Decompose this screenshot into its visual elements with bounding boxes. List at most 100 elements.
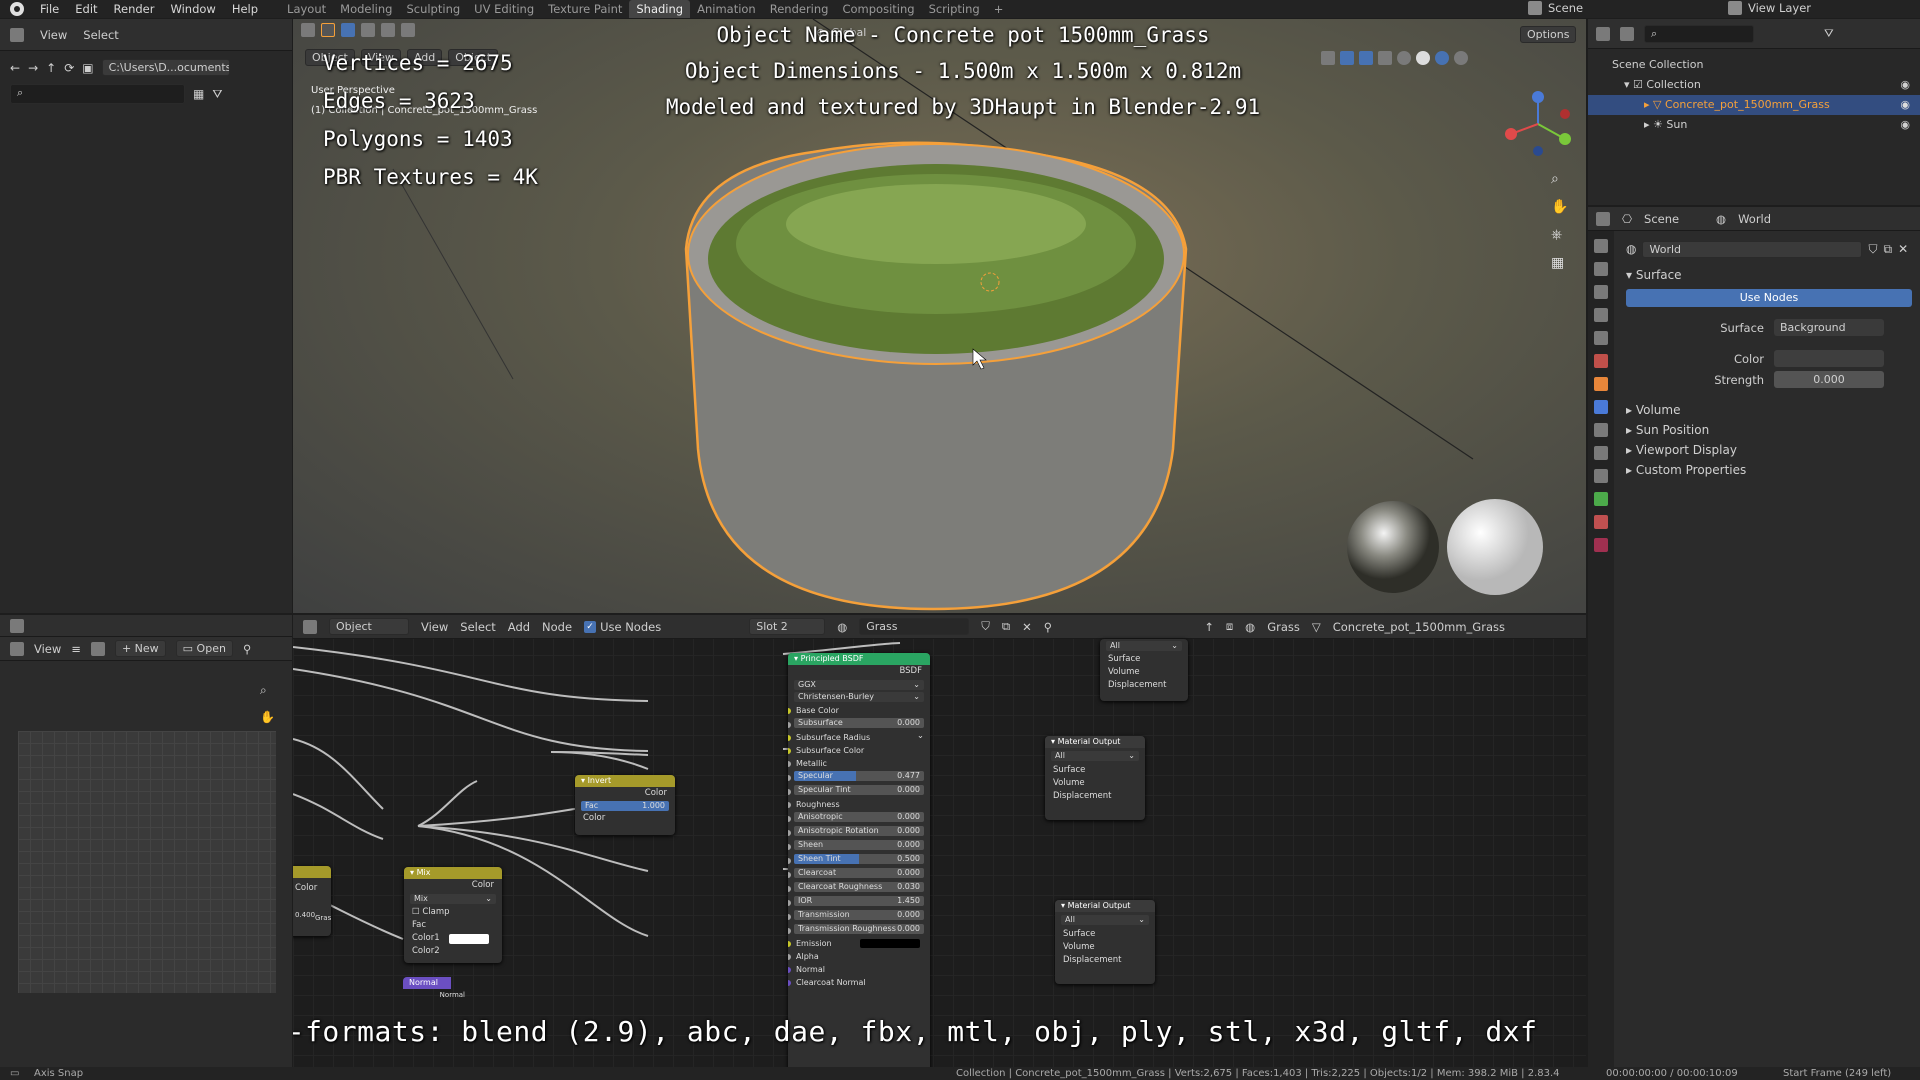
color1-swatch[interactable] xyxy=(449,934,489,944)
bsdf-input-row[interactable]: Anisotropic 0.000 xyxy=(788,812,930,825)
custom-properties-section-header[interactable]: ▸ Custom Properties xyxy=(1626,460,1912,480)
output-target-dropdown[interactable]: All ⌄ xyxy=(1061,915,1149,925)
object-breadcrumb[interactable]: Concrete_pot_1500mm_Grass xyxy=(1333,620,1505,634)
shader-node-editor[interactable]: Object View Select Add Node ✓ Use Nodes … xyxy=(293,615,1586,1067)
scene-icon[interactable] xyxy=(1528,1,1542,15)
tab-sculpting[interactable]: Sculpting xyxy=(399,0,467,18)
tool-tab-icon[interactable] xyxy=(1594,239,1608,253)
input-socket-icon[interactable] xyxy=(788,708,791,714)
editor-type-icon[interactable] xyxy=(10,618,24,633)
menu-help[interactable]: Help xyxy=(224,2,266,16)
menu-add[interactable]: Add xyxy=(508,620,530,634)
display-mode-icon[interactable] xyxy=(1620,26,1634,41)
subsurface-method-dropdown[interactable]: Christensen-Burley ⌄ xyxy=(794,692,924,702)
particles-tab-icon[interactable] xyxy=(1594,423,1608,437)
output-target-dropdown[interactable]: All ⌄ xyxy=(1106,641,1182,651)
view-layer-icon[interactable] xyxy=(1728,1,1742,15)
scene-tab-icon[interactable] xyxy=(1594,331,1608,345)
bsdf-value-field[interactable]: IOR 1.450 xyxy=(794,896,924,906)
tab-rendering[interactable]: Rendering xyxy=(763,0,836,18)
material-output-node-mid[interactable]: ▾ Material Output All ⌄ Surface Volume Di… xyxy=(1045,736,1145,820)
input-socket-icon[interactable] xyxy=(788,775,791,781)
bsdf-value-field[interactable]: Anisotropic 0.000 xyxy=(794,812,924,822)
material-output-node-low[interactable]: ▾ Material Output All ⌄ Surface Volume Di… xyxy=(1055,900,1155,984)
tab-world[interactable]: World xyxy=(1738,212,1771,226)
menu-select[interactable]: Select xyxy=(83,28,118,42)
input-socket-icon[interactable] xyxy=(788,914,791,920)
back-arrow-icon[interactable]: ← xyxy=(10,61,20,75)
menu-window[interactable]: Window xyxy=(162,2,223,16)
tab-uv-editing[interactable]: UV Editing xyxy=(467,0,541,18)
tab-scripting[interactable]: Scripting xyxy=(922,0,987,18)
material-name-field[interactable]: Grass xyxy=(859,618,970,635)
visibility-eye-icon[interactable]: ◉ xyxy=(1900,95,1910,115)
open-image-button[interactable]: ▭ Open xyxy=(175,640,233,657)
shader-type-dropdown[interactable]: Object xyxy=(329,618,409,635)
bsdf-input-row[interactable]: Clearcoat 0.000 xyxy=(788,868,930,881)
new-folder-icon[interactable]: ▣ xyxy=(82,61,93,75)
bsdf-input-row[interactable]: Subsurface Color xyxy=(788,744,930,757)
surface-shader-dropdown[interactable]: Background xyxy=(1774,319,1884,336)
image-editor-mode-icon[interactable] xyxy=(10,641,24,656)
texture-tab-icon[interactable] xyxy=(1594,538,1608,552)
constraints-tab-icon[interactable] xyxy=(1594,469,1608,483)
pan-hand-icon[interactable]: ✋ xyxy=(260,710,275,724)
bsdf-value-field[interactable]: Sheen 0.000 xyxy=(794,840,924,850)
input-socket-icon[interactable] xyxy=(788,954,791,960)
tab-modeling[interactable]: Modeling xyxy=(333,0,399,18)
bsdf-input-row[interactable]: Roughness xyxy=(788,798,930,811)
view-layer-tab-icon[interactable] xyxy=(1594,308,1608,322)
distribution-dropdown[interactable]: GGX ⌄ xyxy=(794,680,924,690)
normal-map-node[interactable]: Normal Normal xyxy=(403,977,473,1007)
bsdf-input-row[interactable]: Sheen Tint 0.500 xyxy=(788,854,930,867)
duplicate-icon[interactable]: ⧉ xyxy=(1884,242,1893,257)
menu-view[interactable]: View xyxy=(40,28,67,42)
outliner-collection[interactable]: ▾ ☑ Collection ◉ xyxy=(1588,75,1920,95)
material-output-node-top[interactable]: All ⌄ Surface Volume Displacement xyxy=(1100,639,1188,701)
menu-view[interactable]: View xyxy=(421,620,448,634)
volume-section-header[interactable]: ▸ Volume xyxy=(1626,400,1912,420)
output-tab-icon[interactable] xyxy=(1594,285,1608,299)
pin-icon[interactable]: ⚲ xyxy=(1044,620,1052,634)
principled-bsdf-node[interactable]: ▾ Principled BSDF BSDF GGX ⌄ Christensen-… xyxy=(788,653,930,1067)
bsdf-input-row[interactable]: Clearcoat Normal xyxy=(788,976,930,989)
search-input[interactable]: ⌕ xyxy=(10,84,185,104)
bsdf-input-row[interactable]: Clearcoat Roughness 0.030 xyxy=(788,882,930,895)
input-socket-icon[interactable] xyxy=(788,872,791,878)
path-field[interactable]: C:\Users\D...ocuments\ xyxy=(101,59,230,76)
tab-texture-paint[interactable]: Texture Paint xyxy=(541,0,629,18)
input-socket-icon[interactable] xyxy=(788,844,791,850)
menu-view[interactable]: View xyxy=(34,642,61,656)
display-mode-icon[interactable]: ▦ xyxy=(193,87,204,101)
input-socket-icon[interactable] xyxy=(788,980,791,986)
menu-node[interactable]: Node xyxy=(542,620,572,634)
menu-select[interactable]: Select xyxy=(460,620,495,634)
filter-icon[interactable]: ⛛ xyxy=(212,87,222,102)
outliner-item-pot[interactable]: ▸ ▽ Concrete_pot_1500mm_Grass ◉ xyxy=(1588,95,1920,115)
parent-dir-icon[interactable]: ↑ xyxy=(46,61,56,75)
material-breadcrumb[interactable]: Grass xyxy=(1267,620,1300,634)
input-socket-icon[interactable] xyxy=(788,858,791,864)
filter-icon[interactable]: ⛛ xyxy=(1824,26,1834,41)
tab-shading[interactable]: Shading xyxy=(629,0,691,18)
sun-position-section-header[interactable]: ▸ Sun Position xyxy=(1626,420,1912,440)
mix-node[interactable]: ▾ Mix Color Mix ⌄ ☐ Clamp Fac Color1 Colo… xyxy=(404,867,502,963)
modifier-tab-icon[interactable] xyxy=(1594,400,1608,414)
world-name-field[interactable]: World xyxy=(1642,240,1863,258)
outliner-item-sun[interactable]: ▸ ☀ Sun ◉ xyxy=(1588,115,1920,135)
blender-logo-icon[interactable] xyxy=(10,2,24,16)
camera-view-icon[interactable]: ⎈ xyxy=(1551,227,1568,243)
bsdf-input-row[interactable]: Normal xyxy=(788,963,930,976)
slot-dropdown[interactable]: Slot 2 xyxy=(749,618,826,635)
input-socket-icon[interactable] xyxy=(788,967,791,973)
use-nodes-checkbox[interactable]: ✓ xyxy=(584,620,597,633)
output-target-dropdown[interactable]: All ⌄ xyxy=(1051,751,1139,761)
bsdf-input-row[interactable]: Metallic xyxy=(788,757,930,770)
input-socket-icon[interactable] xyxy=(788,802,791,808)
input-socket-icon[interactable] xyxy=(788,735,791,741)
parent-node-tree-icon[interactable]: ↑ xyxy=(1204,620,1214,634)
surface-section-header[interactable]: ▾ Surface xyxy=(1626,265,1912,285)
viewport-display-section-header[interactable]: ▸ Viewport Display xyxy=(1626,440,1912,460)
invert-fac-field[interactable]: Fac 1.000 xyxy=(581,801,669,811)
input-socket-icon[interactable] xyxy=(788,789,791,795)
